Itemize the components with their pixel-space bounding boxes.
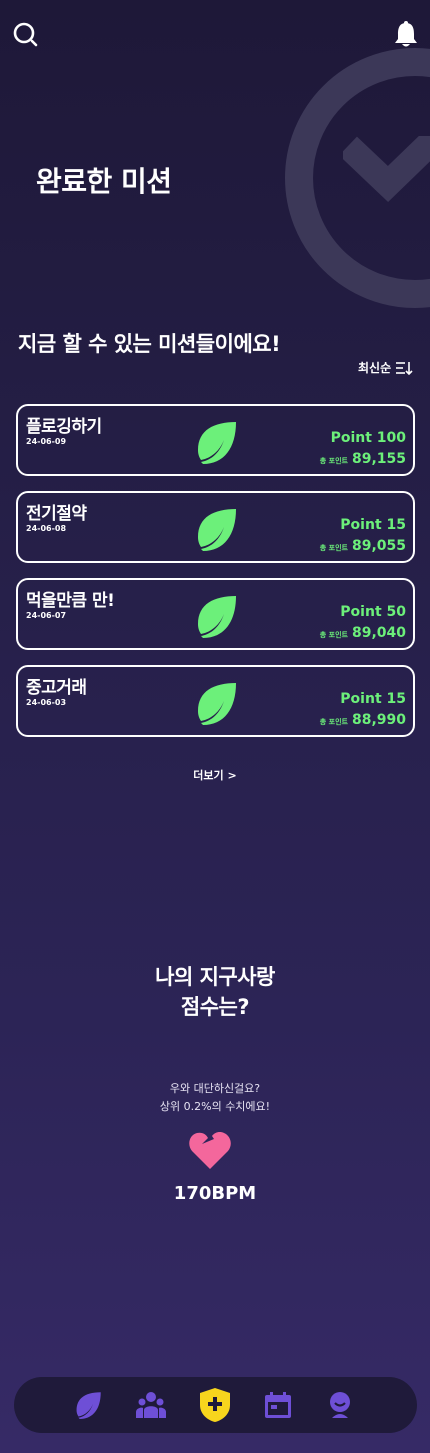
total-point-value: 88,990	[351, 712, 406, 728]
bell-icon	[395, 21, 417, 47]
search-icon	[13, 22, 38, 47]
total-point-label: 총 포인트	[319, 544, 348, 552]
total-point-value: 89,040	[351, 625, 406, 641]
mission-date: 24-06-09	[26, 437, 67, 446]
mission-card[interactable]: 전기절약 24-06-08 Point 15 총 포인트 89,055	[16, 491, 415, 563]
score-description: 우와 대단하신걸요? 상위 0.2%의 수치에요!	[0, 1080, 430, 1116]
group-icon	[136, 1392, 166, 1418]
sort-icon	[396, 361, 413, 375]
mission-date: 24-06-08	[26, 524, 67, 533]
page-title: 완료한 미션	[36, 165, 172, 198]
sort-button[interactable]: 최신순	[358, 359, 413, 376]
mission-point: Point 15	[340, 691, 406, 707]
mission-name: 먹을만큼 만!	[26, 591, 115, 611]
mission-date: 24-06-03	[26, 698, 67, 707]
bottom-nav	[14, 1377, 417, 1433]
mission-total: 총 포인트 89,155	[320, 451, 406, 467]
mission-name: 플로깅하기	[26, 417, 102, 437]
total-point-value: 89,055	[351, 538, 406, 554]
mission-total: 총 포인트 88,990	[320, 712, 406, 728]
nav-profile[interactable]	[324, 1389, 356, 1421]
mission-name: 중고거래	[26, 678, 87, 698]
heart-icon	[189, 1132, 231, 1169]
shield-plus-icon	[200, 1388, 230, 1422]
sort-label: 최신순	[358, 361, 392, 375]
missions-section-title: 지금 할 수 있는 미션들이에요!	[18, 332, 281, 356]
mission-point: Point 15	[340, 517, 406, 533]
score-title: 나의 지구사랑 점수는?	[0, 962, 430, 1022]
mission-total: 총 포인트 89,055	[320, 538, 406, 554]
leaf-icon	[198, 509, 236, 551]
hero-section: 완료한 미션	[0, 0, 430, 310]
mission-card[interactable]: 먹을만큼 만! 24-06-07 Point 50 총 포인트 89,040	[16, 578, 415, 650]
completed-check-icon	[285, 48, 430, 308]
leaf-icon	[198, 422, 236, 464]
profile-icon	[330, 1392, 350, 1418]
score-title-line2: 점수는?	[180, 995, 250, 1019]
calendar-icon	[265, 1392, 291, 1418]
leaf-icon	[198, 683, 236, 725]
total-point-value: 89,155	[351, 451, 406, 467]
score-desc-line1: 우와 대단하신걸요?	[169, 1082, 261, 1095]
nav-home[interactable]	[199, 1388, 231, 1422]
mission-card[interactable]: 플로깅하기 24-06-09 Point 100 총 포인트 89,155	[16, 404, 415, 476]
total-point-label: 총 포인트	[319, 457, 348, 465]
more-button[interactable]: 더보기 >	[0, 767, 430, 783]
search-button[interactable]	[10, 20, 42, 50]
mission-name: 전기절약	[26, 504, 87, 524]
nav-calendar[interactable]	[262, 1389, 294, 1421]
leaf-icon	[76, 1392, 101, 1419]
score-desc-line2: 상위 0.2%의 수치에요!	[159, 1100, 271, 1113]
mission-point: Point 100	[330, 430, 406, 446]
mission-date: 24-06-07	[26, 611, 67, 620]
nav-community[interactable]	[135, 1389, 167, 1421]
mission-total: 총 포인트 89,040	[320, 625, 406, 641]
nav-mission[interactable]	[72, 1389, 104, 1421]
score-title-line1: 나의 지구사랑	[155, 965, 275, 989]
notification-button[interactable]	[390, 18, 422, 50]
bpm-value: 170BPM	[173, 1183, 257, 1204]
mission-point: Point 50	[340, 604, 406, 620]
mission-card[interactable]: 중고거래 24-06-03 Point 15 총 포인트 88,990	[16, 665, 415, 737]
leaf-icon	[198, 596, 236, 638]
total-point-label: 총 포인트	[319, 718, 348, 726]
total-point-label: 총 포인트	[319, 631, 348, 639]
